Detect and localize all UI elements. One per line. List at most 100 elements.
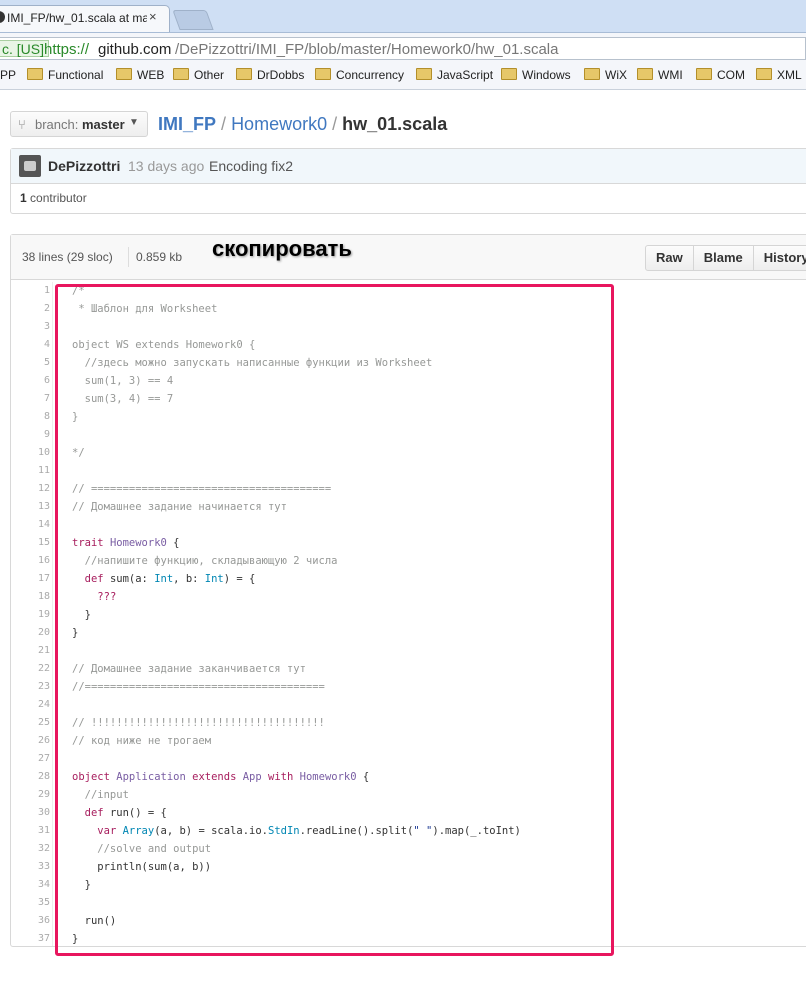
line-number[interactable]: 22 <box>10 660 50 678</box>
browser-tab[interactable]: IMI_FP/hw_01.scala at ma × <box>0 5 170 32</box>
bookmark-folder-web[interactable]: WEB <box>116 68 164 82</box>
bookmark-folder-functional[interactable]: Functional <box>27 68 103 82</box>
line-number[interactable]: 8 <box>10 408 50 426</box>
new-tab-button[interactable] <box>172 10 214 30</box>
commit-header: DePizzottri 13 days ago Encoding fix2 <box>11 149 806 184</box>
branch-icon: ⑂ <box>18 117 26 132</box>
line-number[interactable]: 29 <box>10 786 50 804</box>
breadcrumb-repo-link[interactable]: IMI_FP <box>158 114 216 134</box>
line-number[interactable]: 27 <box>10 750 50 768</box>
file-header: 38 lines (29 sloc) 0.859 kb Raw Blame Hi… <box>11 235 806 280</box>
raw-button[interactable]: Raw <box>646 246 693 270</box>
line-number[interactable]: 21 <box>10 642 50 660</box>
bookmark-label: Other <box>194 68 225 82</box>
bookmark-label: DrDobbs <box>257 68 305 82</box>
line-number[interactable]: 31 <box>10 822 50 840</box>
line-number[interactable]: 19 <box>10 606 50 624</box>
bookmark-folder-com[interactable]: COM <box>696 68 745 82</box>
line-number[interactable]: 6 <box>10 372 50 390</box>
folder-icon <box>416 68 432 80</box>
file-actions: Raw Blame History <box>645 245 806 271</box>
browser-tab-bar: IMI_FP/hw_01.scala at ma × <box>0 0 806 33</box>
breadcrumb-file: hw_01.scala <box>342 114 448 134</box>
line-number[interactable]: 10 <box>10 444 50 462</box>
line-number[interactable]: 30 <box>10 804 50 822</box>
breadcrumb-dir-link[interactable]: Homework0 <box>231 114 327 134</box>
breadcrumb: IMI_FP / Homework0 / hw_01.scala <box>158 114 447 135</box>
line-number[interactable]: 18 <box>10 588 50 606</box>
bookmarks-bar: PP Functional WEB Other DrDobbs Concurre… <box>0 63 806 90</box>
line-number[interactable]: 11 <box>10 462 50 480</box>
folder-icon <box>236 68 252 80</box>
line-number[interactable]: 2 <box>10 300 50 318</box>
folder-icon <box>584 68 600 80</box>
line-number[interactable]: 28 <box>10 768 50 786</box>
line-number[interactable]: 35 <box>10 894 50 912</box>
bookmark-label: WiX <box>605 68 627 82</box>
github-favicon-icon <box>0 11 5 23</box>
line-number[interactable]: 34 <box>10 876 50 894</box>
bookmark-folder-javascript[interactable]: JavaScript <box>416 68 493 82</box>
bookmark-folder-concurrency[interactable]: Concurrency <box>315 68 404 82</box>
bookmark-label: Concurrency <box>336 68 405 82</box>
line-number[interactable]: 5 <box>10 354 50 372</box>
security-badge[interactable]: c. [US] <box>0 40 50 57</box>
chevron-down-icon: ▼ <box>129 117 139 128</box>
commit-author-link[interactable]: DePizzottri <box>48 158 120 174</box>
line-number[interactable]: 17 <box>10 570 50 588</box>
commit-message-link[interactable]: Encoding fix2 <box>209 158 293 174</box>
line-number[interactable]: 9 <box>10 426 50 444</box>
annotation-copy-label: скопировать <box>212 236 352 261</box>
bookmark-label: WEB <box>137 68 165 82</box>
line-number[interactable]: 16 <box>10 552 50 570</box>
folder-icon <box>696 68 712 80</box>
bookmark-label: COM <box>717 68 745 82</box>
commit-tease: DePizzottri 13 days ago Encoding fix2 1 … <box>10 148 806 214</box>
bookmark-folder-wix[interactable]: WiX <box>584 68 627 82</box>
line-number[interactable]: 14 <box>10 516 50 534</box>
line-number[interactable]: 4 <box>10 336 50 354</box>
line-number[interactable]: 7 <box>10 390 50 408</box>
history-button[interactable]: History <box>752 246 806 270</box>
bookmark-folder-wmi[interactable]: WMI <box>637 68 683 82</box>
url-host: github.com <box>98 41 172 58</box>
folder-icon <box>27 68 43 80</box>
contributor-count: 1 <box>20 191 27 205</box>
branch-label: branch: <box>35 117 79 132</box>
contributor-label: contributor <box>26 191 87 205</box>
line-number[interactable]: 25 <box>10 714 50 732</box>
line-number[interactable]: 20 <box>10 624 50 642</box>
divider <box>128 247 129 267</box>
line-number[interactable]: 23 <box>10 678 50 696</box>
line-number[interactable]: 36 <box>10 912 50 930</box>
address-bar[interactable]: c. [US] https:// github.com /DePizzottri… <box>0 37 806 60</box>
bookmark-folder-other[interactable]: Other <box>173 68 224 82</box>
line-number[interactable]: 15 <box>10 534 50 552</box>
commit-time: 13 days ago <box>128 158 205 174</box>
line-number[interactable]: 24 <box>10 696 50 714</box>
line-number[interactable]: 26 <box>10 732 50 750</box>
bookmark-label: Functional <box>48 68 104 82</box>
folder-icon <box>756 68 772 80</box>
blame-button[interactable]: Blame <box>692 246 753 270</box>
bookmark-folder-drdobbs[interactable]: DrDobbs <box>236 68 304 82</box>
line-number[interactable]: 12 <box>10 480 50 498</box>
tab-close-icon[interactable]: × <box>149 9 157 24</box>
bookmark-folder-windows[interactable]: Windows <box>501 68 571 82</box>
branch-select-button[interactable]: ⑂ branch: master ▼ <box>10 111 148 137</box>
file-line-count: 38 lines (29 sloc) <box>22 250 113 264</box>
line-number[interactable]: 32 <box>10 840 50 858</box>
tab-title: IMI_FP/hw_01.scala at ma <box>7 11 147 25</box>
bookmark-label: XML <box>777 68 802 82</box>
bookmark-folder-xml[interactable]: XML <box>756 68 802 82</box>
line-number[interactable]: 3 <box>10 318 50 336</box>
avatar[interactable] <box>19 155 41 177</box>
line-number[interactable]: 37 <box>10 930 50 948</box>
line-number[interactable]: 13 <box>10 498 50 516</box>
omnibox-row: c. [US] https:// github.com /DePizzottri… <box>0 33 806 63</box>
line-number[interactable]: 1 <box>10 282 50 300</box>
contributors-link[interactable]: 1 contributor <box>20 191 87 205</box>
bookmark-apps[interactable]: PP <box>0 68 16 82</box>
line-number[interactable]: 33 <box>10 858 50 876</box>
folder-icon <box>501 68 517 80</box>
